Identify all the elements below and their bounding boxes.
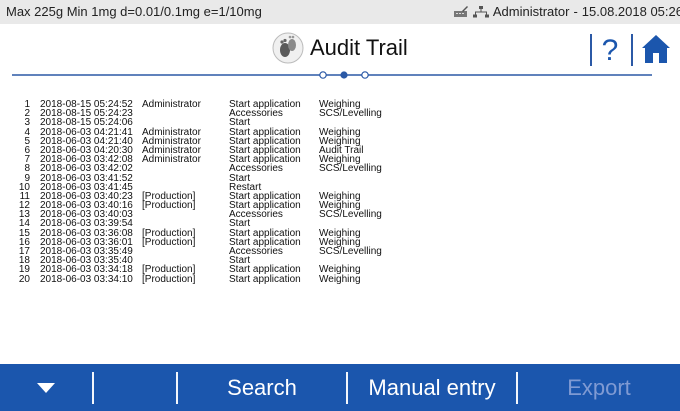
audit-entry-row: 20 2018-06-03 03:34:10 [Production] Start a…: [10, 273, 419, 285]
status-right: Administrator - 15.08.2018 05:26: [453, 4, 680, 19]
audit-trail-list: 1 2018-08-15 05:24:52 Administrator Start a…: [10, 99, 419, 285]
keyboard-pen-icon: [453, 5, 468, 17]
page-title: Audit Trail: [310, 35, 408, 60]
entry-user: [Production]: [142, 273, 196, 285]
title-area: Audit Trail: [272, 32, 408, 64]
entry-detail: SCS/Levelling: [319, 246, 382, 257]
entry-action: Start application: [229, 273, 301, 285]
search-button[interactable]: Search: [178, 364, 346, 411]
empty-toolbar-slot: [94, 364, 176, 411]
entry-user: [142, 109, 229, 118]
header: Audit Trail ?: [0, 24, 680, 76]
entry-detail: SCS/Levelling: [319, 108, 382, 120]
header-separator: [590, 34, 592, 66]
status-separator: -: [573, 4, 578, 19]
entry-detail: Weighing: [319, 273, 361, 285]
dropdown-button[interactable]: [0, 364, 92, 411]
header-separator: [631, 34, 633, 66]
entry-user: [Production]: [142, 200, 196, 212]
entry-detail: [319, 174, 419, 183]
entry-user: [142, 164, 229, 173]
page-indicator-divider: [12, 71, 652, 79]
audit-trail-icon: [272, 32, 304, 64]
bottom-toolbar: Search Manual entry Export: [0, 364, 680, 411]
entry-user: [142, 174, 229, 183]
export-button[interactable]: Export: [518, 364, 680, 411]
home-icon: [642, 35, 670, 63]
entry-number: 20: [18, 273, 30, 285]
balance-spec-text: Max 225g Min 1mg d=0.01/0.1mg e=1/10mg: [6, 4, 262, 19]
entry-user: [142, 210, 229, 219]
status-bar: Max 225g Min 1mg d=0.01/0.1mg e=1/10mg A…: [0, 0, 680, 24]
entry-datetime: 2018-06-03 03:34:10: [40, 273, 133, 285]
entry-user: Administrator: [142, 99, 201, 110]
entry-user: [142, 247, 229, 256]
home-button[interactable]: [636, 31, 676, 67]
entry-detail: SCS/Levelling: [319, 163, 382, 175]
entry-user: Administrator: [142, 154, 201, 166]
chevron-down-icon: [37, 382, 55, 393]
network-icon: [472, 5, 489, 17]
manual-entry-button[interactable]: Manual entry: [348, 364, 516, 411]
entry-detail: SCS/Levelling: [319, 209, 382, 221]
help-icon: ?: [602, 34, 619, 67]
help-glyph: ?: [602, 34, 619, 67]
current-user: Administrator: [492, 4, 570, 19]
help-button[interactable]: ?: [596, 31, 624, 67]
entry-user: [Production]: [142, 236, 196, 248]
status-datetime: 15.08.2018 05:26: [581, 4, 680, 19]
